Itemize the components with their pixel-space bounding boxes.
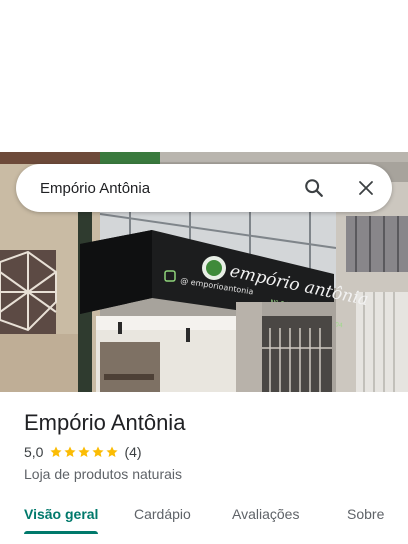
star-icon bbox=[50, 446, 63, 457]
tab-about[interactable]: Sobre bbox=[347, 506, 384, 522]
search-bar[interactable]: Empório Antônia bbox=[16, 164, 392, 212]
close-icon bbox=[359, 181, 373, 195]
close-button[interactable] bbox=[346, 168, 386, 208]
rating-value: 5,0 bbox=[24, 444, 44, 460]
tab-overview[interactable]: Visão geral bbox=[24, 506, 98, 522]
tab-reviews[interactable]: Avaliações bbox=[232, 506, 299, 522]
active-tab-indicator bbox=[24, 531, 98, 534]
star-icon bbox=[106, 446, 119, 457]
place-title: Empório Antônia bbox=[24, 410, 186, 435]
search-button[interactable] bbox=[294, 168, 334, 208]
star-rating bbox=[49, 445, 119, 459]
star-icon bbox=[92, 446, 105, 457]
place-tabs: Visão geral Cardápio Avaliações Sobre bbox=[0, 492, 408, 536]
search-icon bbox=[305, 179, 323, 197]
tab-menu[interactable]: Cardápio bbox=[134, 506, 191, 522]
rating-row[interactable]: 5,0 (4) bbox=[24, 444, 142, 460]
blank-header-area bbox=[0, 0, 408, 152]
place-category: Loja de produtos naturais bbox=[24, 466, 182, 482]
star-icon bbox=[64, 446, 77, 457]
place-info-panel: Empório Antônia 5,0 (4) Loja de produtos… bbox=[0, 392, 408, 544]
review-count[interactable]: (4) bbox=[124, 444, 141, 460]
search-input[interactable]: Empório Antônia bbox=[16, 180, 294, 197]
star-icon bbox=[78, 446, 91, 457]
